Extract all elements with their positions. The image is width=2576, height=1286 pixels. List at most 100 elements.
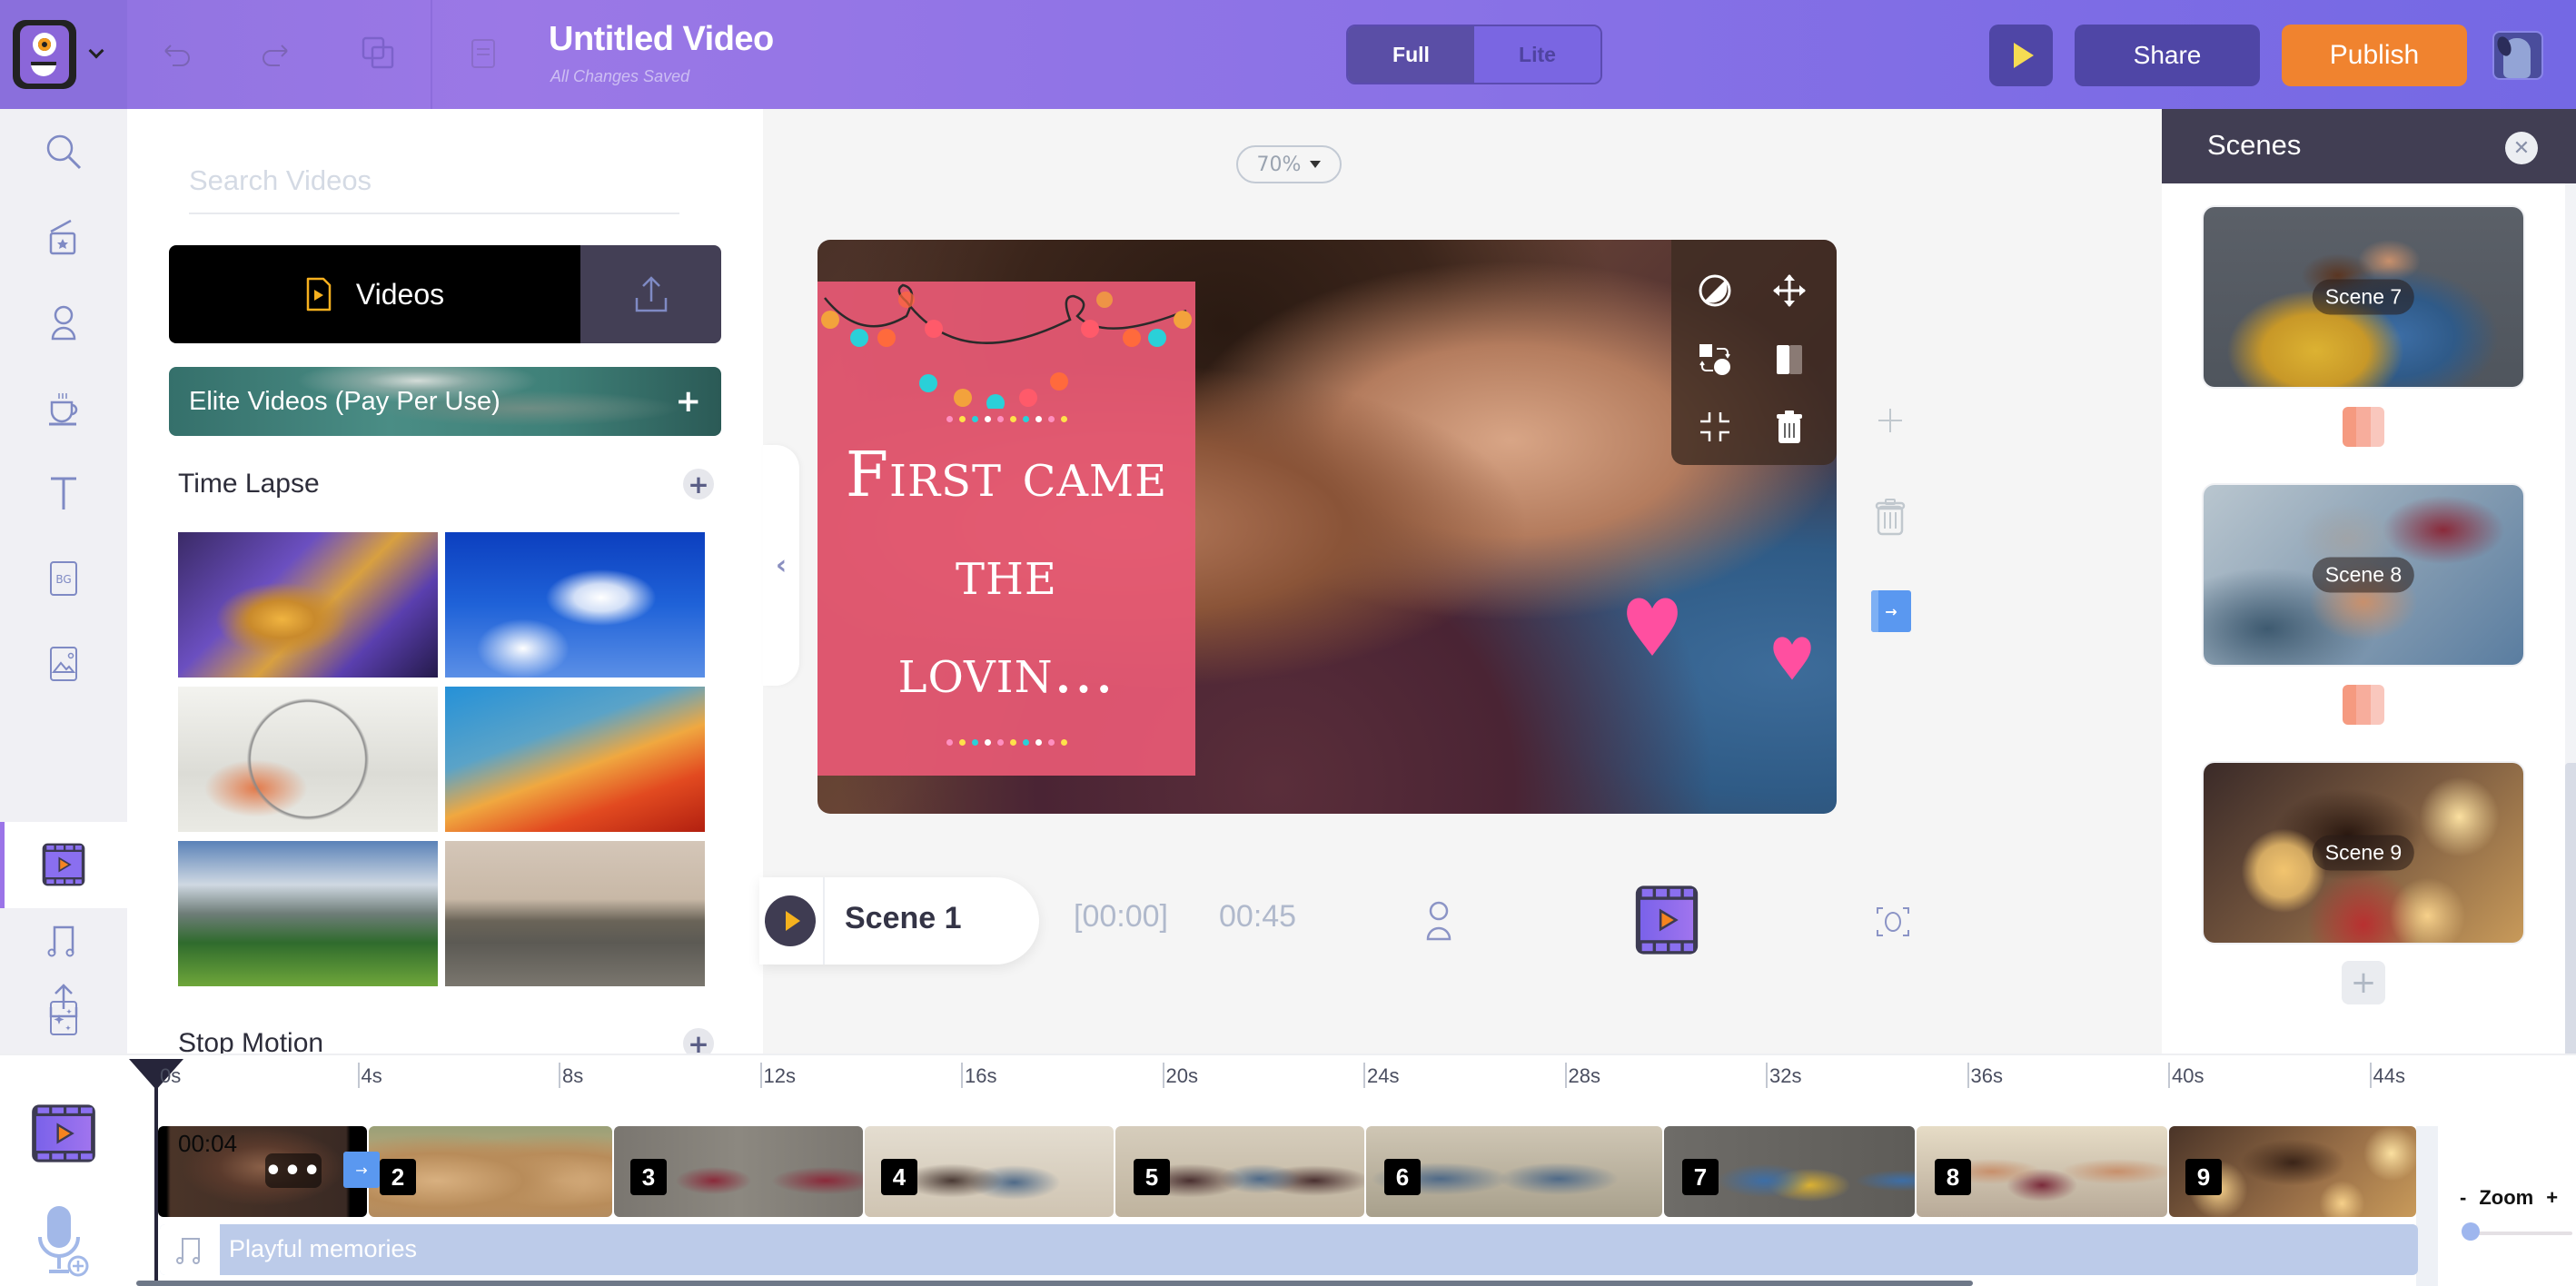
zoom-slider-thumb[interactable] bbox=[2462, 1222, 2480, 1241]
scene-duration[interactable]: 00:45 bbox=[1219, 899, 1296, 935]
clipboard-icon[interactable] bbox=[465, 35, 501, 71]
heart-icon[interactable] bbox=[1771, 632, 1813, 683]
video-title[interactable]: Untitled Video bbox=[549, 20, 774, 59]
scenes-scrollbar-thumb[interactable] bbox=[2565, 763, 2576, 1054]
sidebar-item-text[interactable] bbox=[0, 450, 127, 536]
clip-number: 9 bbox=[2185, 1159, 2222, 1195]
collapse-panel-button[interactable]: ‹ bbox=[763, 445, 799, 686]
tab-upload[interactable] bbox=[580, 245, 721, 343]
character-icon[interactable] bbox=[1422, 899, 1455, 941]
playhead[interactable] bbox=[154, 1072, 158, 1286]
zoom-slider[interactable] bbox=[2471, 1232, 2572, 1235]
ruler-tick bbox=[1564, 1063, 1567, 1088]
arrow-right-icon: → bbox=[355, 1161, 368, 1179]
video-thumbnail[interactable] bbox=[445, 841, 705, 986]
music-icon bbox=[176, 1238, 200, 1264]
text-icon bbox=[51, 477, 76, 509]
scene-thumbnail[interactable]: Scene 7 bbox=[2204, 207, 2523, 387]
mode-full-button[interactable]: Full bbox=[1348, 26, 1474, 83]
zoom-level-select[interactable]: 70% bbox=[1236, 145, 1342, 183]
duplicate-icon[interactable] bbox=[360, 35, 396, 71]
move-button[interactable] bbox=[1766, 267, 1813, 314]
video-icon[interactable] bbox=[1630, 883, 1704, 957]
dot-divider bbox=[817, 739, 1195, 746]
ruler-tick bbox=[2369, 1063, 2372, 1088]
section-time-lapse: Time Lapse + bbox=[178, 469, 714, 500]
shrink-button[interactable] bbox=[1691, 403, 1739, 450]
clip-duration: 00:04 bbox=[178, 1130, 238, 1157]
plus-icon[interactable]: + bbox=[676, 383, 702, 420]
video-thumbnail[interactable] bbox=[178, 532, 438, 678]
sidebar-item-search[interactable] bbox=[0, 109, 127, 194]
capture-icon[interactable] bbox=[1875, 905, 1911, 939]
sidebar-item-images[interactable] bbox=[0, 621, 127, 707]
elite-videos-banner[interactable]: Elite Videos (Pay Per Use) + bbox=[169, 367, 721, 436]
sidebar-item-props[interactable] bbox=[0, 365, 127, 450]
scene-transition-button[interactable] bbox=[2343, 685, 2384, 725]
video-thumbnail[interactable] bbox=[178, 841, 438, 986]
add-element-button[interactable] bbox=[1877, 407, 1904, 434]
undo-icon[interactable] bbox=[158, 35, 194, 71]
preview-button[interactable] bbox=[1989, 25, 2053, 86]
video-thumbnail[interactable] bbox=[445, 687, 705, 832]
contrast-button[interactable] bbox=[1691, 267, 1739, 314]
tab-videos[interactable]: Videos bbox=[169, 245, 580, 343]
transition-button[interactable]: → bbox=[343, 1152, 380, 1188]
zoom-out-button[interactable]: - bbox=[2460, 1186, 2466, 1210]
ruler-tick bbox=[1766, 1063, 1768, 1088]
heart-icon[interactable] bbox=[1624, 594, 1680, 658]
image-icon bbox=[50, 647, 77, 681]
transition-button[interactable]: → bbox=[1871, 590, 1911, 632]
character-icon bbox=[51, 305, 76, 341]
swap-button[interactable] bbox=[1691, 336, 1739, 383]
redo-icon[interactable] bbox=[258, 35, 294, 71]
audio-track[interactable] bbox=[160, 1224, 2418, 1275]
audio-track-label: Playful memories bbox=[229, 1235, 418, 1262]
element-toolbar bbox=[1671, 240, 1837, 465]
arrow-right-icon: → bbox=[1885, 602, 1897, 620]
scene-name[interactable]: Scene 1 bbox=[845, 901, 962, 936]
zoom-in-button[interactable]: + bbox=[2546, 1186, 2558, 1210]
clip-more-button[interactable]: ••• bbox=[264, 1153, 322, 1188]
add-scene-button[interactable]: + bbox=[2342, 961, 2385, 1004]
elite-videos-label: Elite Videos (Pay Per Use) bbox=[189, 386, 500, 416]
sidebar-item-upload[interactable] bbox=[0, 961, 127, 1043]
timeline-scrollbar[interactable] bbox=[136, 1281, 1973, 1286]
scene-label: Scene 8 bbox=[2312, 557, 2415, 593]
stage-headline[interactable]: First came the lovin... bbox=[817, 427, 1195, 721]
text-card[interactable]: First came the lovin... bbox=[817, 282, 1195, 776]
video-icon[interactable] bbox=[29, 1099, 98, 1168]
scene-transition-button[interactable] bbox=[2343, 407, 2384, 447]
video-thumbnail[interactable] bbox=[178, 687, 438, 832]
share-button[interactable]: Share bbox=[2075, 25, 2260, 86]
sidebar-item-characters[interactable] bbox=[0, 280, 127, 365]
sidebar-item-templates[interactable] bbox=[0, 194, 127, 280]
ruler-tick bbox=[2168, 1063, 2170, 1088]
scene-thumbnail[interactable]: Scene 9 bbox=[2204, 763, 2523, 943]
close-icon[interactable]: ✕ bbox=[2505, 132, 2538, 164]
delete-scene-button[interactable] bbox=[1875, 498, 1906, 536]
play-scene-button[interactable] bbox=[765, 895, 816, 946]
add-section-button[interactable]: + bbox=[683, 469, 714, 500]
add-section-button[interactable]: + bbox=[683, 1028, 714, 1054]
mic-add-icon[interactable] bbox=[36, 1204, 94, 1281]
logo-menu[interactable] bbox=[0, 0, 127, 109]
ruler-label: 44s bbox=[2373, 1064, 2405, 1087]
chevron-down-icon[interactable] bbox=[88, 43, 104, 59]
delete-element-button[interactable] bbox=[1766, 403, 1813, 450]
scene-stage[interactable]: First came the lovin... bbox=[817, 240, 1837, 814]
avatar[interactable] bbox=[2492, 31, 2543, 80]
ruler-label: 28s bbox=[1568, 1064, 1600, 1087]
dot-divider bbox=[817, 416, 1195, 422]
flip-button[interactable] bbox=[1766, 336, 1813, 383]
publish-button[interactable]: Publish bbox=[2282, 25, 2467, 86]
sidebar-item-videos[interactable] bbox=[0, 822, 127, 907]
music-icon bbox=[47, 925, 74, 957]
scenes-panel-title: Scenes bbox=[2207, 129, 2302, 161]
ruler-label: 24s bbox=[1367, 1064, 1400, 1087]
scene-thumbnail[interactable]: Scene 8 bbox=[2204, 485, 2523, 665]
search-videos-input[interactable] bbox=[189, 149, 679, 214]
mode-lite-button[interactable]: Lite bbox=[1474, 26, 1600, 83]
video-thumbnail[interactable] bbox=[445, 532, 705, 678]
sidebar-item-backgrounds[interactable]: BG bbox=[0, 536, 127, 621]
